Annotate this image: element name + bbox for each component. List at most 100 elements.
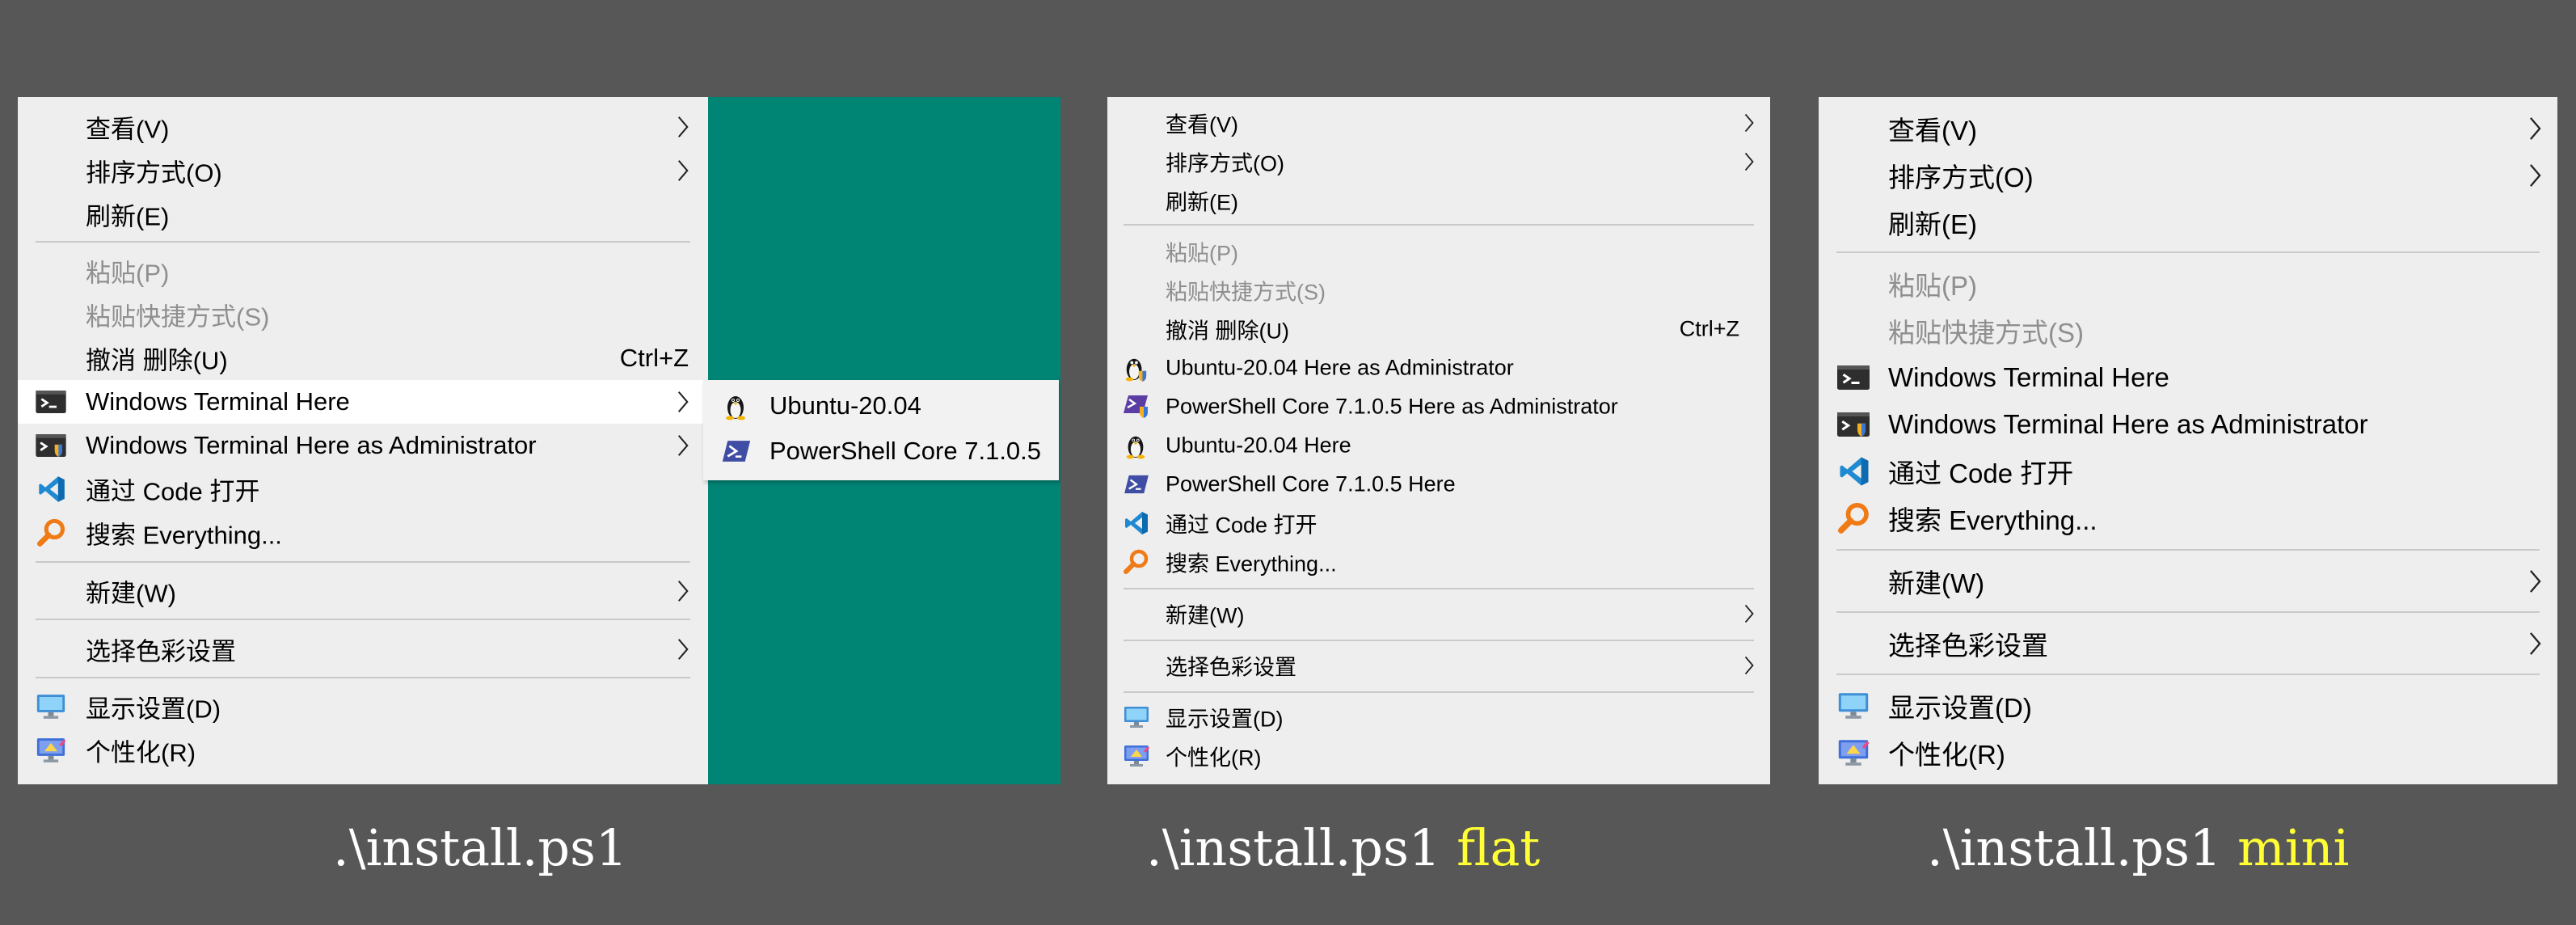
menu-item-search-everything[interactable]: 搜索 Everything... [1107, 543, 1770, 581]
menu-item-label: 排序方式(O) [1166, 151, 1284, 176]
menu-item-sort[interactable]: 排序方式(O) [18, 149, 708, 192]
menu-item-label: 新建(W) [86, 579, 176, 608]
menu-item-label: 粘贴快捷方式(S) [1888, 318, 2084, 348]
linux-icon [723, 391, 748, 421]
menu-item-label: 通过 Code 打开 [86, 477, 260, 506]
search-everything-icon [1838, 502, 1870, 534]
menu-item-personalize[interactable]: 个性化(R) [1107, 737, 1770, 775]
menu-item-display[interactable]: 显示设置(D) [18, 685, 708, 729]
display-icon [1836, 692, 1870, 720]
menu-item-personalize[interactable]: 个性化(R) [1819, 729, 2557, 776]
menu-item-new[interactable]: 新建(W) [1819, 558, 2557, 605]
caption-argument: mini [2237, 818, 2350, 877]
caption-command: .\install.ps1 [1927, 818, 2222, 877]
menu-item-sort[interactable]: 排序方式(O) [1107, 142, 1770, 181]
chevron-right-icon [1744, 603, 1754, 624]
linux-icon [1124, 432, 1148, 459]
menu-separator [1836, 674, 2540, 675]
menu-item-refresh[interactable]: 刷新(E) [1819, 199, 2557, 246]
vscode-icon [1838, 455, 1870, 488]
menu-item-color[interactable]: 选择色彩设置 [1819, 620, 2557, 667]
menu-item-undo-delete[interactable]: 撤消 删除(U) Ctrl+Z [18, 336, 708, 380]
menu-item-label: 新建(W) [1888, 568, 1985, 598]
menu-item-search-everything[interactable]: 搜索 Everything... [1819, 495, 2557, 542]
menu-item-label: 撤消 删除(U) [86, 346, 228, 375]
menu-item-label: Ubuntu-20.04 Here as Administrator [1166, 355, 1514, 380]
menu-item-label: 粘贴快捷方式(S) [1166, 280, 1326, 305]
menu-item-ubuntu-admin[interactable]: Ubuntu-20.04 Here as Administrator [1107, 348, 1770, 387]
caption-command: .\install.ps1 [333, 818, 628, 877]
menu-item-label: Windows Terminal Here [1888, 362, 2169, 392]
menu-item-code-open[interactable]: 通过 Code 打开 [1107, 504, 1770, 543]
menu-item-color[interactable]: 选择色彩设置 [18, 627, 708, 671]
chevron-right-icon [2529, 631, 2541, 657]
menu-separator [1124, 640, 1754, 641]
menu-item-powershell-admin[interactable]: PowerShell Core 7.1.0.5 Here as Administ… [1107, 387, 1770, 426]
menu-item-label: 搜索 Everything... [1166, 551, 1337, 577]
context-menu-flat: 查看(V) 排序方式(O) 刷新(E) 粘贴(P) 粘贴快捷方式(S) 撤消 删… [1107, 97, 1770, 784]
chevron-right-icon [2529, 568, 2541, 594]
caption-command: .\install.ps1 [1146, 818, 1441, 877]
menu-item-label: 粘贴快捷方式(S) [86, 302, 270, 332]
terminal-icon [36, 391, 66, 413]
submenu-item-label: Ubuntu-20.04 [769, 391, 921, 420]
terminal-submenu: Ubuntu-20.04 PowerShell Core 7.1.0.5 [703, 380, 1059, 480]
submenu-item-powershell[interactable]: PowerShell Core 7.1.0.5 [703, 429, 1059, 474]
menu-item-view[interactable]: 查看(V) [1107, 103, 1770, 142]
chevron-right-icon [2529, 116, 2541, 141]
shortcut-label: Ctrl+Z [1679, 316, 1739, 341]
chevron-right-icon [1744, 655, 1754, 676]
menu-item-refresh[interactable]: 刷新(E) [18, 192, 708, 236]
menu-item-terminal-here[interactable]: Windows Terminal Here [18, 380, 708, 424]
menu-item-label: 显示设置(D) [86, 695, 221, 724]
display-icon [1124, 706, 1149, 729]
menu-item-code-open[interactable]: 通过 Code 打开 [1819, 448, 2557, 495]
vscode-icon [37, 475, 66, 504]
terminal-admin-icon [36, 434, 66, 457]
menu-item-label: 刷新(E) [1888, 209, 1977, 239]
menu-item-label: 显示设置(D) [1888, 693, 2032, 723]
menu-item-personalize[interactable]: 个性化(R) [18, 729, 708, 772]
chevron-right-icon [677, 637, 689, 661]
chevron-right-icon [1744, 112, 1754, 133]
menu-item-new[interactable]: 新建(W) [18, 569, 708, 613]
display-icon [36, 694, 66, 720]
menu-item-paste: 粘贴(P) [1107, 232, 1770, 271]
menu-item-new[interactable]: 新建(W) [1107, 594, 1770, 633]
menu-item-undo-delete[interactable]: 撤消 删除(U) Ctrl+Z [1107, 310, 1770, 348]
menu-item-label: 排序方式(O) [1888, 163, 2034, 192]
submenu-item-ubuntu[interactable]: Ubuntu-20.04 [703, 383, 1059, 429]
menu-item-view[interactable]: 查看(V) [18, 105, 708, 149]
menu-separator [1836, 611, 2540, 613]
menu-item-search-everything[interactable]: 搜索 Everything... [18, 511, 708, 555]
menu-item-display[interactable]: 显示设置(D) [1107, 698, 1770, 737]
menu-item-paste: 粘贴(P) [18, 249, 708, 293]
vscode-icon [1124, 510, 1149, 536]
panel-default: 查看(V) 排序方式(O) 刷新(E) 粘贴(P) 粘贴快捷方式(S) 撤消 删… [18, 97, 1060, 784]
menu-item-code-open[interactable]: 通过 Code 打开 [18, 467, 708, 511]
menu-item-label: Windows Terminal Here as Administrator [1888, 409, 2368, 439]
linux-admin-icon [1124, 354, 1148, 382]
shortcut-label: Ctrl+Z [619, 344, 689, 372]
menu-item-view[interactable]: 查看(V) [1819, 105, 2557, 152]
menu-item-label: 选择色彩设置 [1166, 655, 1296, 680]
menu-item-terminal-admin[interactable]: Windows Terminal Here as Administrator [1819, 401, 2557, 448]
menu-item-label: Windows Terminal Here as Administrator [86, 431, 537, 459]
menu-item-display[interactable]: 显示设置(D) [1819, 682, 2557, 729]
menu-item-ubuntu-here[interactable]: Ubuntu-20.04 Here [1107, 426, 1770, 465]
menu-item-label: 个性化(R) [86, 738, 196, 767]
search-everything-icon [1124, 549, 1149, 575]
menu-item-color[interactable]: 选择色彩设置 [1107, 646, 1770, 685]
menu-separator [1124, 588, 1754, 589]
menu-item-label: 刷新(E) [86, 202, 170, 231]
menu-item-terminal-here[interactable]: Windows Terminal Here [1819, 354, 2557, 401]
powershell-icon [721, 439, 752, 463]
menu-item-powershell-here[interactable]: PowerShell Core 7.1.0.5 Here [1107, 465, 1770, 504]
personalize-icon [1124, 745, 1149, 767]
menu-item-label: 排序方式(O) [86, 158, 222, 188]
menu-item-sort[interactable]: 排序方式(O) [1819, 152, 2557, 199]
menu-item-label: 查看(V) [1888, 116, 1977, 146]
menu-item-terminal-admin[interactable]: Windows Terminal Here as Administrator [18, 424, 708, 467]
menu-item-refresh[interactable]: 刷新(E) [1107, 181, 1770, 220]
menu-item-label: PowerShell Core 7.1.0.5 Here [1166, 471, 1456, 496]
